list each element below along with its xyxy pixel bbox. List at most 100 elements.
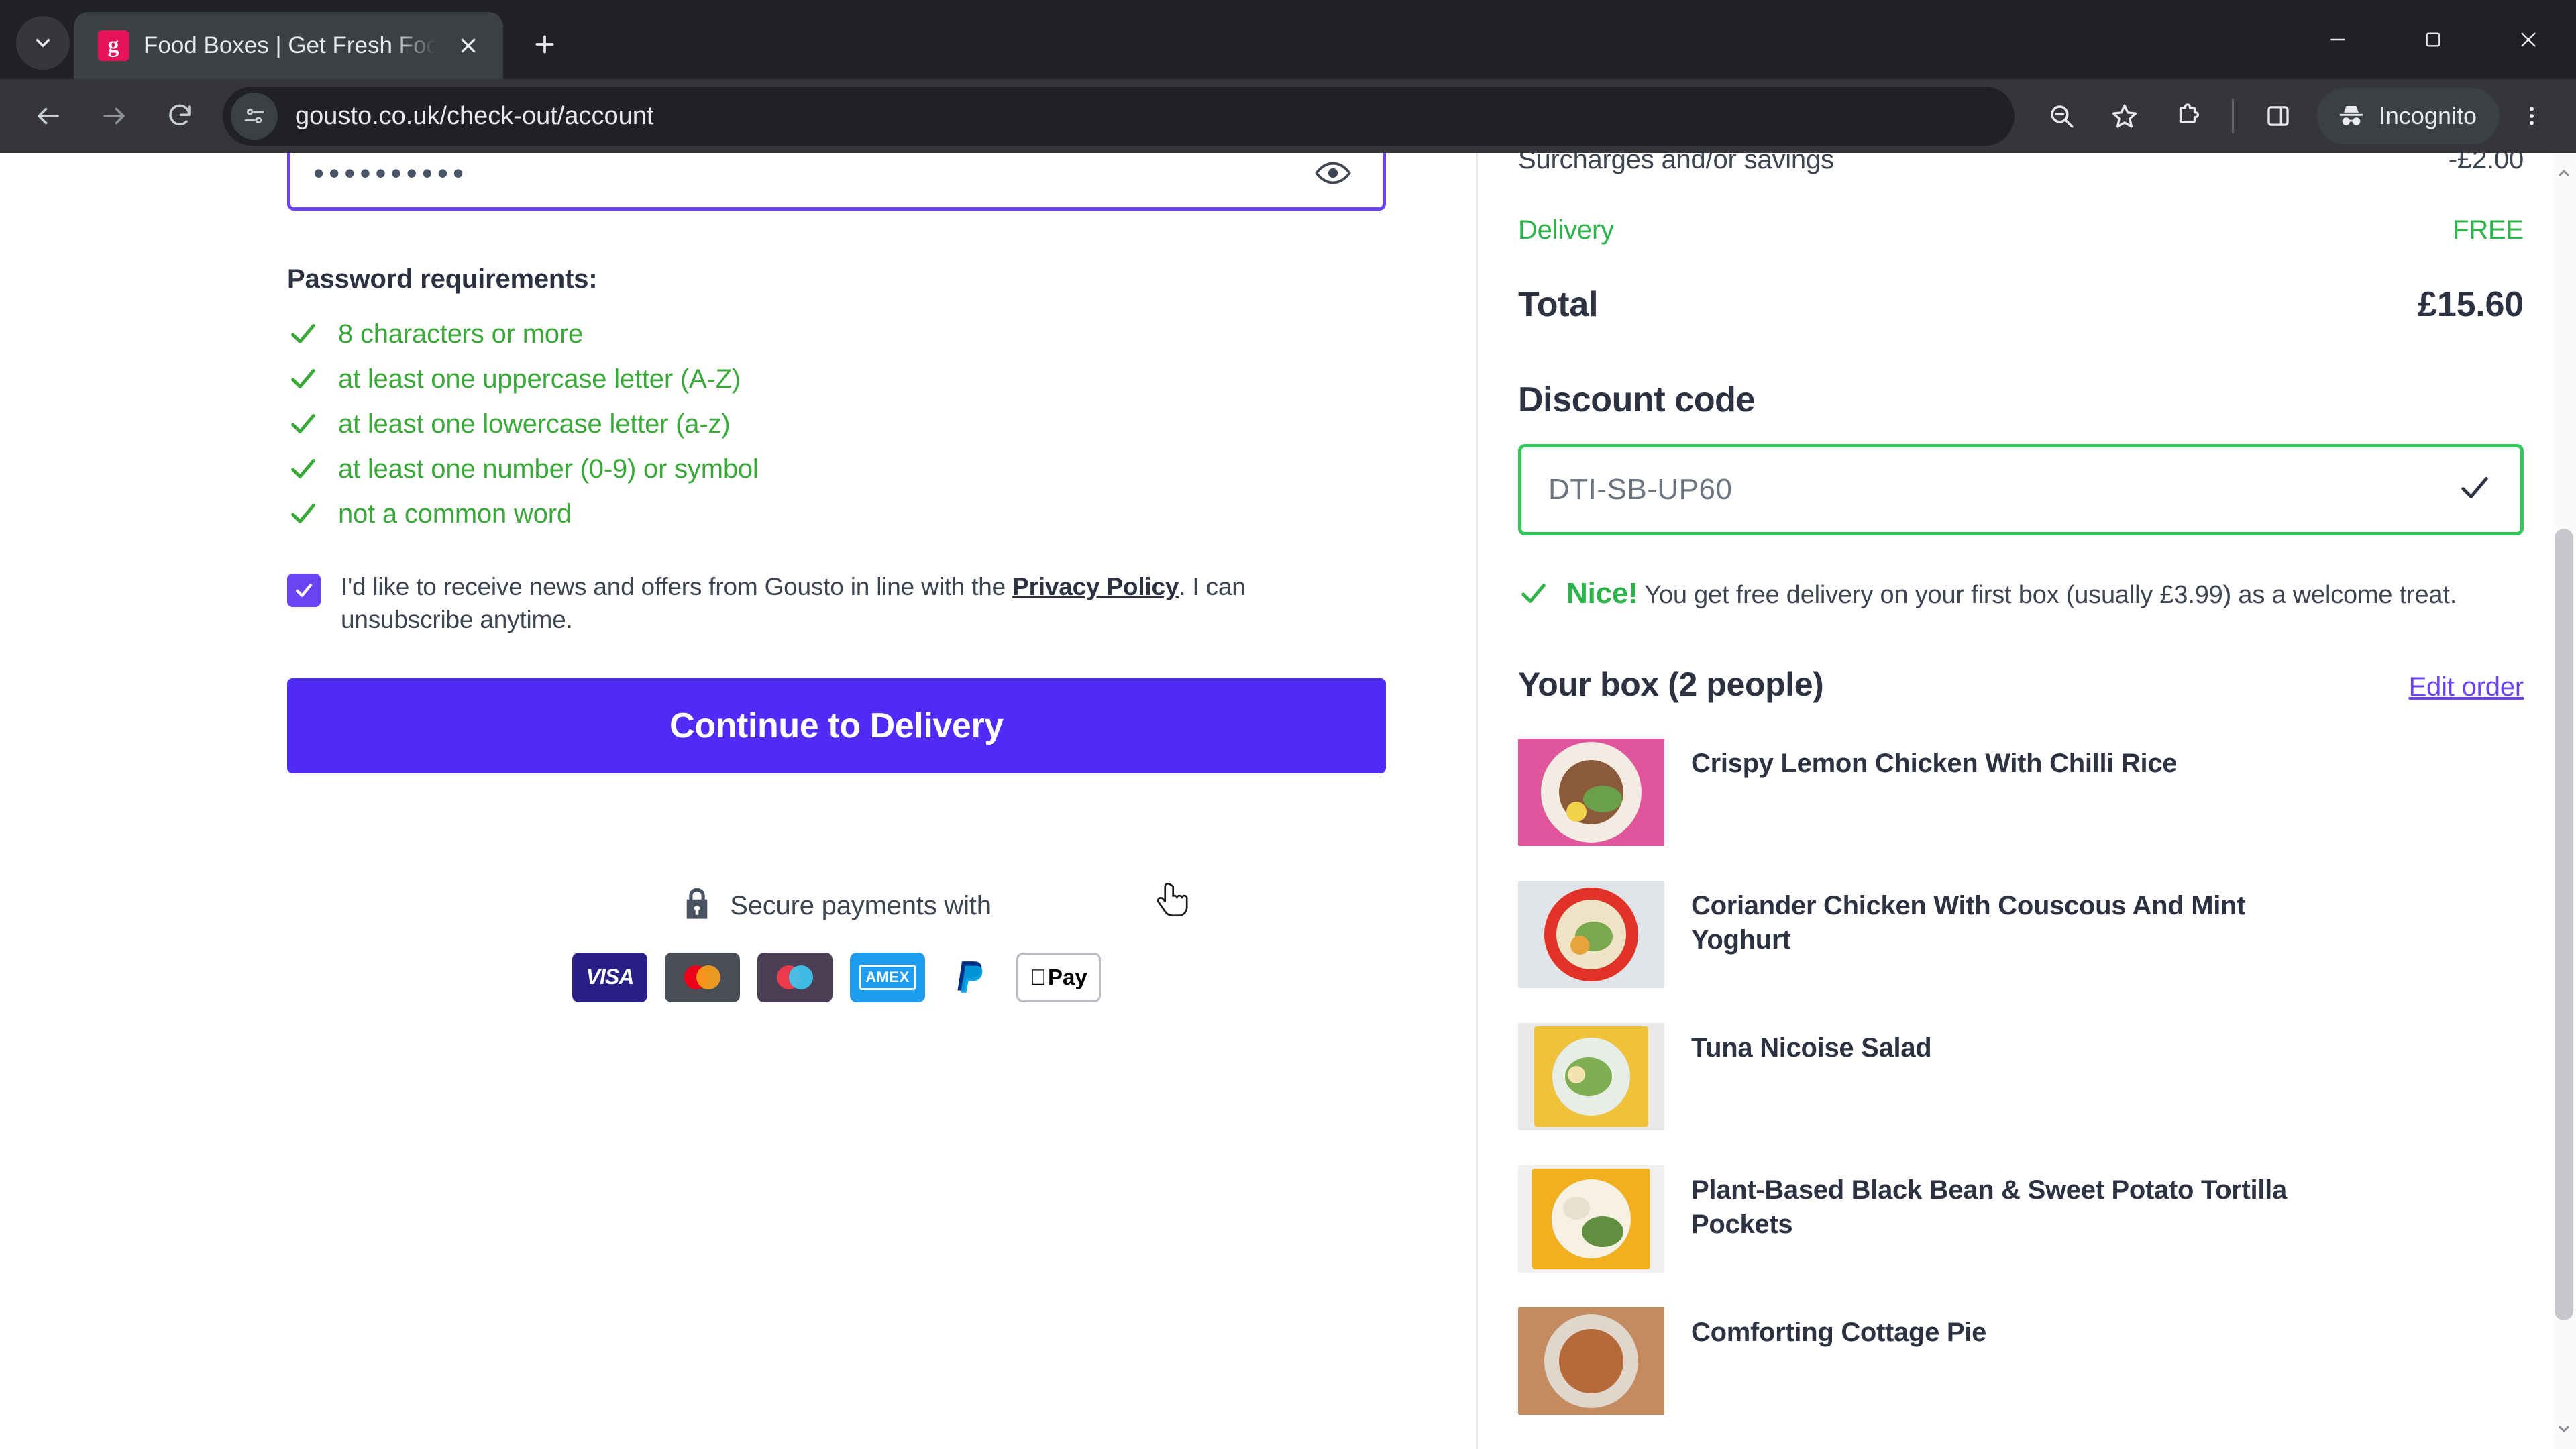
incognito-label: Incognito	[2378, 102, 2477, 129]
requirement-label: at least one uppercase letter (A-Z)	[338, 364, 741, 394]
requirement-label: not a common word	[338, 498, 572, 529]
newsletter-opt-in: I'd like to receive news and offers from…	[287, 571, 1374, 637]
site-settings-button[interactable]	[231, 93, 278, 140]
recipe-name: Tuna Nicoise Salad	[1691, 1032, 1932, 1063]
recipe-list-item[interactable]: Plant-Based Black Bean & Sweet Potato To…	[1518, 1165, 2524, 1273]
lock-icon	[682, 886, 712, 926]
summary-row-total: Total £15.60	[1518, 284, 2524, 325]
url-text: gousto.co.uk/check-out/account	[295, 101, 654, 130]
eye-icon	[1315, 162, 1351, 184]
requirement-item: at least one uppercase letter (A-Z)	[287, 357, 1476, 401]
incognito-hat-icon	[2339, 106, 2363, 125]
window-minimize-button[interactable]	[2290, 0, 2385, 79]
bookmark-button[interactable]	[2094, 85, 2155, 147]
maximize-icon	[2426, 32, 2440, 47]
amex-label: AMEX	[859, 964, 916, 990]
recipe-thumbnail	[1518, 1022, 1664, 1130]
password-input[interactable]: ••••••••••	[287, 153, 1386, 211]
summary-label: Surcharges and/or savings	[1518, 153, 1834, 174]
check-icon	[287, 498, 319, 530]
scroll-down-arrow-icon[interactable]	[2556, 1421, 2572, 1437]
your-box-title: Your box (2 people)	[1518, 665, 1824, 703]
recipe-name: Crispy Lemon Chicken With Chilli Rice	[1691, 748, 2178, 778]
requirement-item: at least one number (0-9) or symbol	[287, 447, 1476, 491]
browser-menu-button[interactable]	[2505, 85, 2559, 147]
paypal-glyph	[957, 961, 983, 993]
password-visibility-toggle[interactable]	[1314, 154, 1352, 192]
account-form-column: •••••••••• Password requirements: 8 char…	[0, 153, 1476, 1449]
side-panel-button[interactable]	[2247, 85, 2309, 147]
discount-valid-check-icon	[2457, 471, 2492, 509]
discount-message-body: You get free delivery on your first box …	[1638, 581, 2457, 609]
recipe-name: Comforting Cottage Pie	[1691, 1317, 1987, 1347]
tab-close-button[interactable]	[451, 28, 486, 63]
side-panel-icon	[2267, 106, 2289, 126]
window-controls	[2290, 0, 2576, 79]
recipe-thumbnail	[1518, 1165, 1664, 1273]
your-box-header: Your box (2 people) Edit order	[1518, 665, 2524, 704]
close-icon	[461, 38, 476, 53]
mastercard-icon	[665, 952, 740, 1002]
recipe-list-item[interactable]: Crispy Lemon Chicken With Chilli Rice	[1518, 738, 2524, 846]
check-icon	[287, 363, 319, 395]
recipe-list-item[interactable]: Coriander Chicken With Couscous And Mint…	[1518, 880, 2524, 988]
minimize-icon	[2330, 38, 2345, 41]
browser-tab[interactable]: g Food Boxes | Get Fresh Food &	[74, 12, 503, 79]
secure-payments-header: Secure payments with	[682, 886, 991, 926]
requirement-label: 8 characters or more	[338, 319, 584, 349]
forward-button[interactable]	[83, 85, 145, 147]
newsletter-checkbox[interactable]	[287, 574, 321, 607]
check-icon	[1518, 578, 1549, 609]
discount-code-input[interactable]: DTI-SB-UP60	[1518, 444, 2524, 535]
requirement-label: at least one number (0-9) or symbol	[338, 453, 759, 484]
recipe-name: Plant-Based Black Bean & Sweet Potato To…	[1691, 1175, 2287, 1240]
total-label: Total	[1518, 285, 1599, 324]
tab-search-button[interactable]	[16, 16, 70, 70]
recipe-list-item[interactable]: Tuna Nicoise Salad	[1518, 1022, 2524, 1130]
privacy-policy-link[interactable]: Privacy Policy	[1012, 573, 1179, 600]
scrollbar-thumb[interactable]	[2555, 529, 2573, 1320]
new-tab-button[interactable]	[518, 17, 572, 71]
tab-strip: g Food Boxes | Get Fresh Food &	[0, 0, 2576, 79]
summary-value: -£2.00	[2448, 153, 2524, 174]
address-bar[interactable]: gousto.co.uk/check-out/account	[223, 87, 2015, 146]
summary-value: FREE	[2453, 215, 2524, 245]
incognito-indicator[interactable]: Incognito	[2316, 88, 2500, 144]
page-viewport: •••••••••• Password requirements: 8 char…	[0, 153, 2576, 1449]
continue-to-delivery-button[interactable]: Continue to Delivery	[287, 678, 1386, 773]
scroll-up-arrow-icon[interactable]	[2556, 165, 2572, 181]
zoom-out-button[interactable]	[2031, 85, 2092, 147]
favicon-letter: g	[107, 33, 119, 58]
check-icon	[287, 318, 319, 350]
password-masked-value: ••••••••••	[313, 156, 469, 191]
discount-message-text: Nice! You get free delivery on your firs…	[1566, 574, 2457, 614]
password-requirements-list: 8 characters or more at least one upperc…	[287, 312, 1476, 536]
edit-order-link[interactable]: Edit order	[2409, 672, 2524, 702]
toolbar-icons: Incognito	[2031, 85, 2559, 147]
summary-label: Delivery	[1518, 215, 1614, 245]
plus-icon	[535, 35, 554, 54]
password-requirements-title: Password requirements:	[287, 264, 598, 294]
requirement-item: not a common word	[287, 492, 1476, 536]
amex-icon: AMEX	[850, 952, 925, 1002]
window-maximize-button[interactable]	[2385, 0, 2481, 79]
visa-label: VISA	[586, 965, 635, 989]
reload-icon	[169, 104, 191, 126]
back-arrow-icon	[38, 107, 59, 125]
reload-button[interactable]	[149, 85, 211, 147]
window-close-button[interactable]	[2481, 0, 2576, 79]
discount-message-prefix: Nice!	[1566, 577, 1638, 610]
forward-arrow-icon	[103, 107, 125, 125]
extensions-button[interactable]	[2157, 85, 2218, 147]
recipe-thumbnail	[1518, 1307, 1664, 1415]
discount-success-message: Nice! You get free delivery on your firs…	[1518, 574, 2524, 614]
order-summary-column: Surcharges and/or savings -£2.00 Deliver…	[1476, 153, 2576, 1449]
requirement-item: at least one lowercase letter (a-z)	[287, 402, 1476, 446]
recipe-list-item[interactable]: Comforting Cottage Pie	[1518, 1307, 2524, 1415]
check-icon	[287, 408, 319, 440]
page-scrollbar[interactable]	[2552, 153, 2576, 1449]
zoom-out-icon	[2051, 105, 2074, 128]
apple-pay-text: Pay	[1038, 964, 1087, 989]
back-button[interactable]	[17, 85, 79, 147]
apple-pay-label: Pay	[1030, 965, 1087, 990]
